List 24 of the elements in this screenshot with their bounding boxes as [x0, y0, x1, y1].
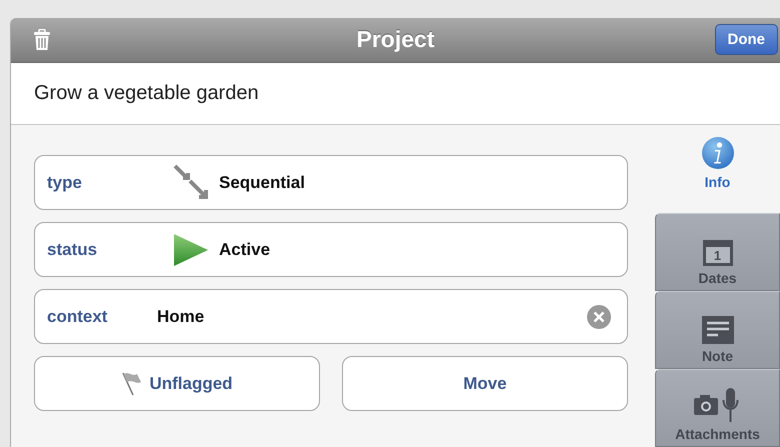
move-button[interactable]: Move: [342, 356, 628, 411]
context-field[interactable]: context Home: [34, 289, 628, 344]
dates-tab[interactable]: 1 Dates: [655, 213, 780, 291]
window-title: Project: [356, 26, 434, 54]
info-tab[interactable]: Info: [655, 135, 780, 205]
note-icon: [702, 316, 734, 344]
camera-microphone-icon: [694, 388, 742, 422]
play-icon: [173, 232, 209, 266]
status-field[interactable]: status Active: [34, 222, 628, 277]
trash-icon: [34, 28, 50, 51]
field-label: context: [46, 306, 108, 326]
arrows-icon: [173, 164, 209, 202]
delete-button[interactable]: [34, 28, 50, 51]
field-value: Sequential: [219, 172, 305, 192]
done-button[interactable]: Done: [714, 24, 778, 56]
field-label: status: [46, 240, 98, 260]
type-field[interactable]: type Sequential: [34, 155, 628, 210]
calendar-icon: 1: [702, 240, 732, 266]
flag-button[interactable]: Unflagged: [34, 356, 320, 411]
field-value: Active: [219, 240, 270, 260]
field-value: Home: [157, 306, 204, 326]
field-label: type: [46, 172, 83, 192]
info-icon: [700, 136, 734, 170]
clear-icon[interactable]: [587, 304, 611, 328]
